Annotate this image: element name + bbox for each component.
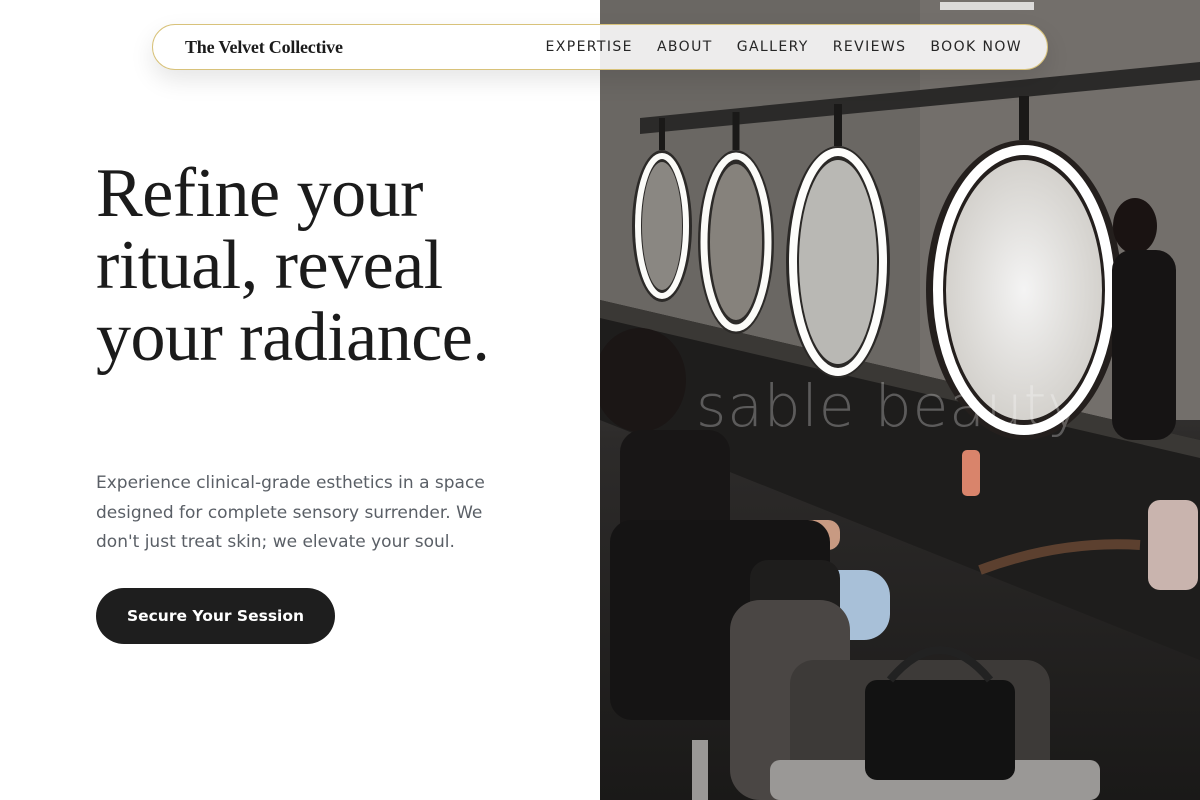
photo-watermark: sable beauty <box>696 372 1083 440</box>
brand-logo[interactable]: The Velvet Collective <box>185 37 343 58</box>
nav-link-gallery[interactable]: GALLERY <box>737 39 809 55</box>
top-navbar: The Velvet Collective EXPERTISE ABOUT GA… <box>152 24 1048 70</box>
hero-title: Refine your ritual, reveal your radiance… <box>96 155 490 376</box>
secure-session-button[interactable]: Secure Your Session <box>96 588 335 644</box>
nav-link-expertise[interactable]: EXPERTISE <box>545 39 632 55</box>
hero-photo: sable beauty <box>600 0 1200 800</box>
nav-link-about[interactable]: ABOUT <box>657 39 713 55</box>
nav-link-book-now[interactable]: BOOK NOW <box>930 39 1022 55</box>
hero-subtitle: Experience clinical-grade esthetics in a… <box>96 473 485 552</box>
nav-link-reviews[interactable]: REVIEWS <box>833 39 907 55</box>
nav-menu: EXPERTISE ABOUT GALLERY REVIEWS BOOK NOW <box>545 39 1022 55</box>
